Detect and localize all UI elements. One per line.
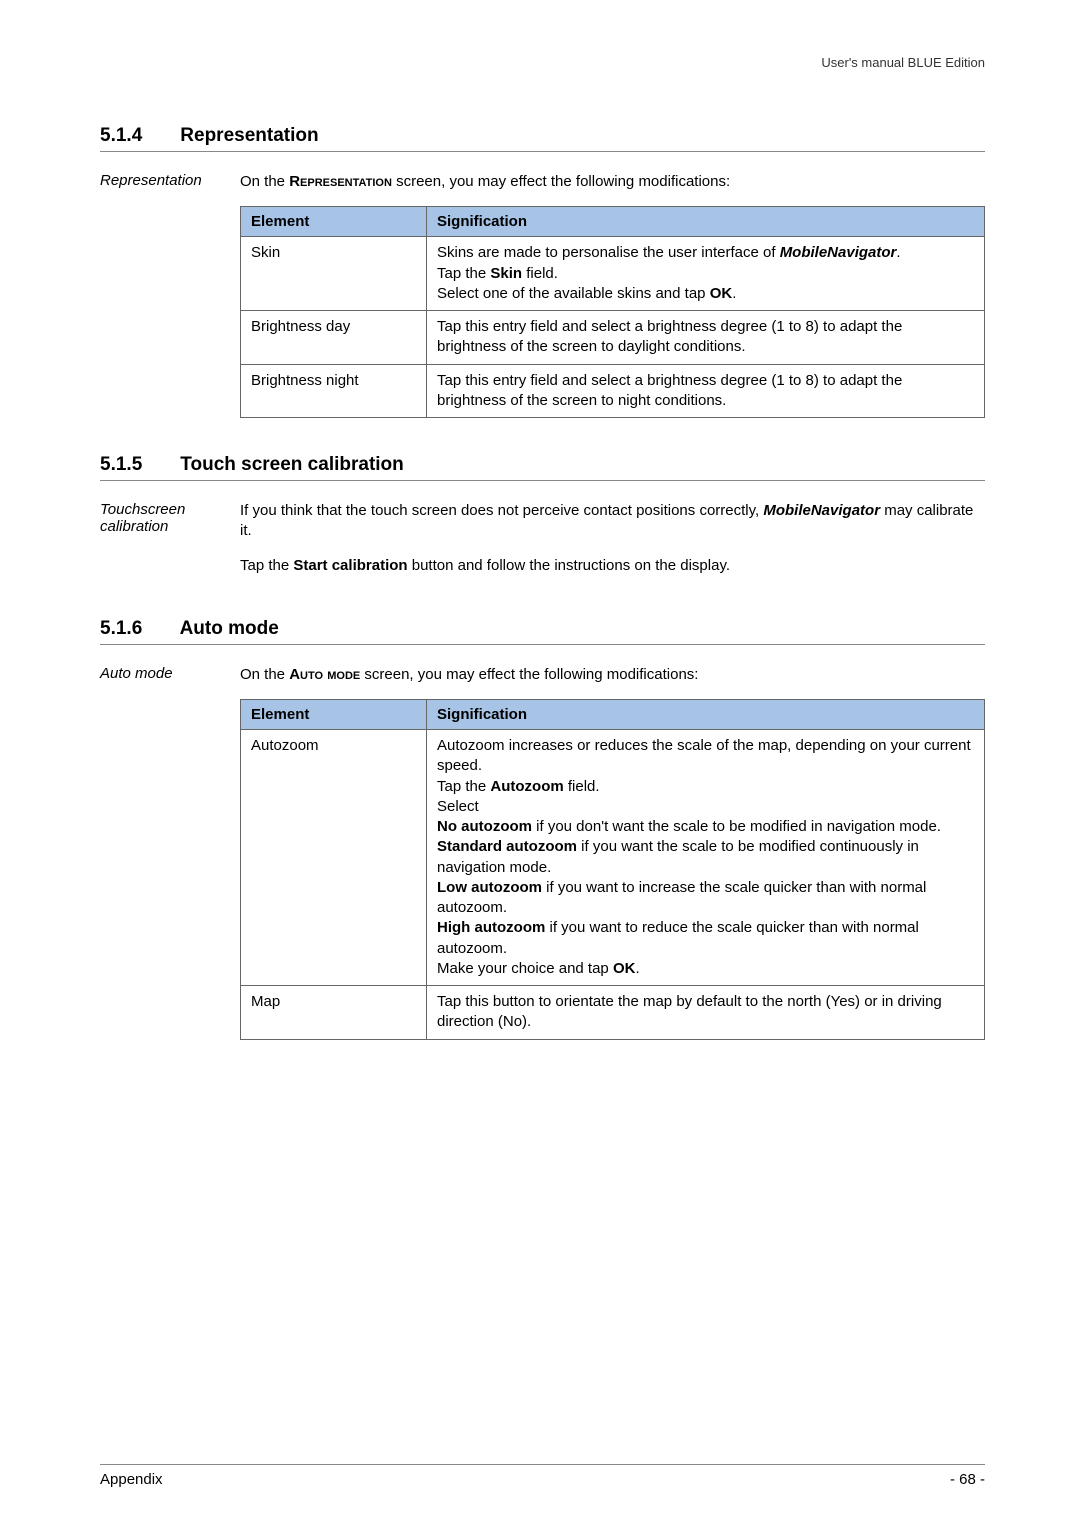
section-body-representation: Representation On the Representation scr… xyxy=(100,172,985,426)
text: if you don't want the scale to be modifi… xyxy=(532,818,941,835)
text: . xyxy=(896,244,900,261)
product-name: MobileNavigator xyxy=(780,244,897,261)
cell-signification: Tap this entry field and select a bright… xyxy=(427,311,985,365)
margin-label: Touchscreen calibration xyxy=(100,501,240,590)
section-heading-automode: 5.1.6 Auto mode xyxy=(100,618,985,645)
col-element: Element xyxy=(241,700,427,730)
section-body-automode: Auto mode On the Auto mode screen, you m… xyxy=(100,665,985,1048)
body-column: On the Auto mode screen, you may effect … xyxy=(240,665,985,1048)
text: Tap the xyxy=(437,265,490,282)
table-row: Brightness day Tap this entry field and … xyxy=(241,311,985,365)
body-column: If you think that the touch screen does … xyxy=(240,501,985,590)
ui-ref: Autozoom xyxy=(490,778,563,795)
footer-left: Appendix xyxy=(100,1471,163,1488)
text: Make your choice and tap xyxy=(437,960,613,977)
text: Skins are made to personalise the user i… xyxy=(437,244,780,261)
ui-ref: Standard autozoom xyxy=(437,838,577,855)
running-header: User's manual BLUE Edition xyxy=(100,55,985,70)
document-page: User's manual BLUE Edition 5.1.4 Represe… xyxy=(0,0,1080,1528)
text: Tap the xyxy=(437,778,490,795)
cell-signification: Tap this button to orientate the map by … xyxy=(427,986,985,1040)
cell-element: Brightness night xyxy=(241,364,427,418)
screen-name: Representation xyxy=(289,173,392,190)
section-heading-touchscreen: 5.1.5 Touch screen calibration xyxy=(100,454,985,481)
product-name: MobileNavigator xyxy=(763,502,880,519)
section-title: Touch screen calibration xyxy=(180,454,403,475)
footer-page-number: - 68 - xyxy=(950,1471,985,1488)
text: screen, you may effect the following mod… xyxy=(392,173,730,190)
section-body-touchscreen: Touchscreen calibration If you think tha… xyxy=(100,501,985,590)
cell-element: Skin xyxy=(241,237,427,311)
col-element: Element xyxy=(241,207,427,237)
text: screen, you may effect the following mod… xyxy=(360,666,698,683)
text: Select xyxy=(437,798,479,815)
table-row: Autozoom Autozoom increases or reduces t… xyxy=(241,730,985,986)
text: Select one of the available skins and ta… xyxy=(437,285,710,302)
paragraph: If you think that the touch screen does … xyxy=(240,501,985,542)
table-row: Brightness night Tap this entry field an… xyxy=(241,364,985,418)
ui-ref: OK xyxy=(710,285,733,302)
text: If you think that the touch screen does … xyxy=(240,502,763,519)
margin-label: Representation xyxy=(100,172,240,426)
table-header-row: Element Signification xyxy=(241,700,985,730)
text: . xyxy=(732,285,736,302)
paragraph: Tap the Start calibration button and fol… xyxy=(240,556,985,576)
ui-ref: OK xyxy=(613,960,636,977)
table-header-row: Element Signification xyxy=(241,207,985,237)
text: button and follow the instructions on th… xyxy=(408,557,730,574)
cell-element: Autozoom xyxy=(241,730,427,986)
margin-label: Auto mode xyxy=(100,665,240,1048)
ui-ref: Skin xyxy=(490,265,522,282)
text: Tap the xyxy=(240,557,293,574)
table-row: Map Tap this button to orientate the map… xyxy=(241,986,985,1040)
text: On the xyxy=(240,173,289,190)
text: Autozoom increases or reduces the scale … xyxy=(437,737,971,774)
ui-ref: Start calibration xyxy=(293,557,407,574)
col-signification: Signification xyxy=(427,700,985,730)
section-heading-representation: 5.1.4 Representation xyxy=(100,125,985,152)
text: field. xyxy=(522,265,558,282)
section-number: 5.1.5 xyxy=(100,454,175,476)
body-column: On the Representation screen, you may ef… xyxy=(240,172,985,426)
section-number: 5.1.6 xyxy=(100,618,175,640)
col-signification: Signification xyxy=(427,207,985,237)
intro-paragraph: On the Auto mode screen, you may effect … xyxy=(240,665,985,685)
cell-element: Brightness day xyxy=(241,311,427,365)
text: field. xyxy=(564,778,600,795)
cell-signification: Skins are made to personalise the user i… xyxy=(427,237,985,311)
text: . xyxy=(635,960,639,977)
section-title: Auto mode xyxy=(180,618,279,639)
cell-signification: Autozoom increases or reduces the scale … xyxy=(427,730,985,986)
intro-paragraph: On the Representation screen, you may ef… xyxy=(240,172,985,192)
cell-signification: Tap this entry field and select a bright… xyxy=(427,364,985,418)
text: On the xyxy=(240,666,289,683)
page-footer: Appendix - 68 - xyxy=(100,1464,985,1488)
ui-ref: High autozoom xyxy=(437,919,545,936)
section-title: Representation xyxy=(180,125,318,146)
ui-ref: Low autozoom xyxy=(437,879,542,896)
representation-table: Element Signification Skin Skins are mad… xyxy=(240,206,985,418)
screen-name: Auto mode xyxy=(289,666,360,683)
table-row: Skin Skins are made to personalise the u… xyxy=(241,237,985,311)
section-number: 5.1.4 xyxy=(100,125,175,147)
automode-table: Element Signification Autozoom Autozoom … xyxy=(240,699,985,1040)
cell-element: Map xyxy=(241,986,427,1040)
ui-ref: No autozoom xyxy=(437,818,532,835)
